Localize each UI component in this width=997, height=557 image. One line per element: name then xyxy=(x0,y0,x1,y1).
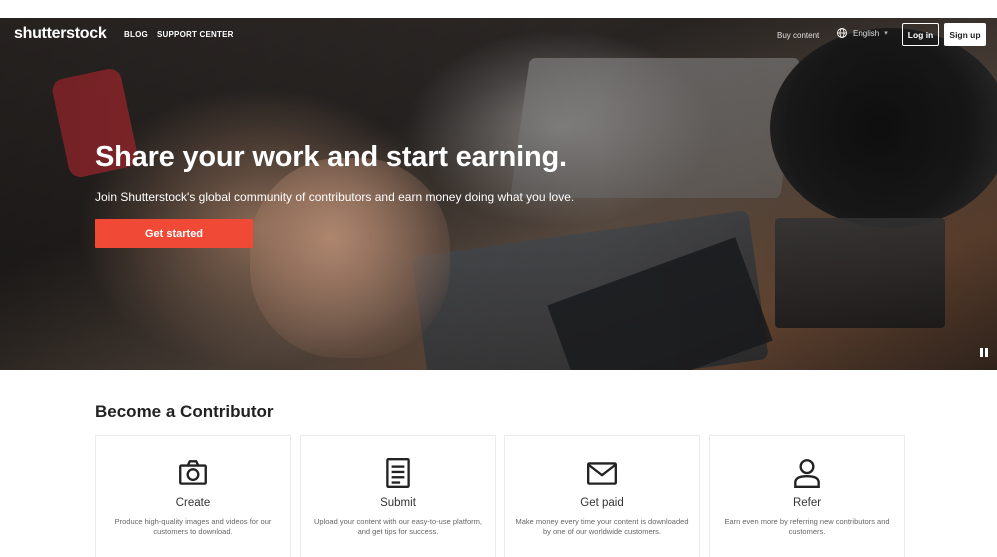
get-started-button[interactable]: Get started xyxy=(95,219,253,248)
card-description: Earn even more by referring new contribu… xyxy=(724,517,890,537)
card-description: Produce high-quality images and videos f… xyxy=(114,517,272,537)
globe-icon xyxy=(837,28,847,38)
card-description: Upload your content with our easy-to-use… xyxy=(314,517,482,537)
card-title: Create xyxy=(175,497,211,509)
logo[interactable]: shutterstock xyxy=(14,25,107,43)
card-title: Submit xyxy=(380,497,416,509)
top-nav: shutterstock BLOG SUPPORT CENTER Buy con… xyxy=(0,18,997,50)
language-label: English xyxy=(853,28,880,38)
card-get-paid[interactable]: Get paid Make money every time your cont… xyxy=(504,435,700,557)
chevron-down-icon: ▾ xyxy=(884,30,888,37)
contributor-cards: Create Produce high-quality images and v… xyxy=(95,435,905,557)
nav-link-blog[interactable]: BLOG xyxy=(124,30,148,39)
card-refer[interactable]: Refer Earn even more by referring new co… xyxy=(709,435,905,557)
user-icon xyxy=(790,456,824,490)
section-title: Become a Contributor xyxy=(95,402,274,421)
hero-title: Share your work and start earning. xyxy=(95,141,567,173)
card-title: Get paid xyxy=(580,497,624,509)
hero-subtitle: Join Shutterstock's global community of … xyxy=(95,190,575,204)
pause-icon[interactable] xyxy=(980,348,988,357)
buy-content-link[interactable]: Buy content xyxy=(777,31,819,40)
top-strip xyxy=(0,0,997,18)
envelope-icon xyxy=(585,456,619,490)
nav-link-support-center[interactable]: SUPPORT CENTER xyxy=(157,30,234,39)
document-icon xyxy=(381,456,415,490)
signup-button[interactable]: Sign up xyxy=(944,23,986,46)
card-create[interactable]: Create Produce high-quality images and v… xyxy=(95,435,291,557)
login-button[interactable]: Log in xyxy=(902,23,939,46)
card-submit[interactable]: Submit Upload your content with our easy… xyxy=(300,435,496,557)
card-title: Refer xyxy=(792,497,822,509)
camera-icon xyxy=(176,456,210,490)
language-selector[interactable]: English ▾ xyxy=(836,27,888,39)
card-description: Make money every time your content is do… xyxy=(515,517,689,537)
